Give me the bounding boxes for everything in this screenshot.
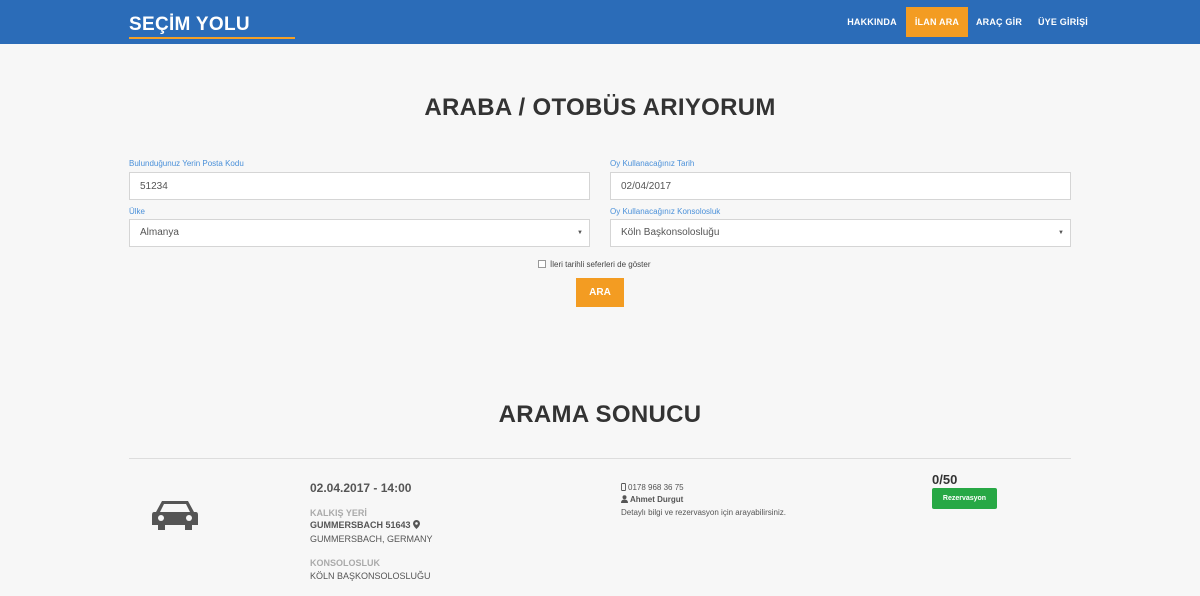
brand-logo[interactable]: SEÇİM YOLU	[129, 14, 250, 36]
phone-icon	[621, 483, 626, 491]
departure-city: GUMMERSBACH 51643	[310, 520, 421, 530]
consulate-selected-value: Köln Başkonsolosluğu	[621, 227, 720, 238]
nav-item-about[interactable]: HAKKINDA	[840, 7, 904, 37]
departure-city-text: GUMMERSBACH 51643	[310, 520, 411, 530]
nav-item-search-listings[interactable]: İLAN ARA	[906, 7, 968, 37]
user-icon	[621, 495, 628, 503]
navbar: SEÇİM YOLU HAKKINDA İLAN ARA ARAÇ GİR ÜY…	[0, 0, 1200, 44]
search-button[interactable]: ARA	[576, 278, 624, 307]
brand-underline	[129, 37, 295, 39]
contact-phone-text: 0178 968 36 75	[628, 483, 684, 492]
country-label: Ülke	[129, 207, 146, 216]
contact-name: Ahmet Durgut	[621, 495, 683, 504]
consulate-heading: KONSOLOSLUK	[310, 558, 381, 568]
date-input[interactable]	[621, 173, 1070, 199]
future-trips-checkbox-row[interactable]: İleri tarihli seferleri de göster	[538, 259, 650, 271]
nav-item-add-vehicle[interactable]: ARAÇ GİR	[970, 7, 1028, 37]
seat-count: 0/50	[932, 472, 958, 487]
future-trips-checkbox-label: İleri tarihli seferleri de göster	[550, 260, 651, 269]
contact-name-text: Ahmet Durgut	[630, 495, 684, 504]
results-title: ARAMA SONUCU	[498, 401, 702, 428]
consulate-label: Oy Kullanacağınız Konsolosluk	[610, 207, 721, 216]
contact-phone: 0178 968 36 75	[621, 483, 684, 492]
car-icon	[152, 501, 198, 530]
consulate-name: KÖLN BAŞKONSOLOSLUĞU	[310, 571, 431, 581]
caret-down-icon: ▼	[577, 230, 583, 236]
contact-info: Detaylı bilgi ve rezervasyon için arayab…	[621, 508, 786, 517]
country-select[interactable]: Almanya ▼	[129, 219, 590, 247]
postal-code-field[interactable]	[129, 172, 590, 200]
caret-down-icon: ▼	[1058, 230, 1064, 236]
future-trips-checkbox[interactable]	[538, 260, 546, 268]
search-title: ARABA / OTOBÜS ARIYORUM	[424, 94, 776, 121]
postal-code-input[interactable]	[140, 173, 589, 199]
departure-heading: KALKIŞ YERİ	[310, 508, 367, 518]
country-selected-value: Almanya	[140, 227, 179, 238]
postal-code-label: Bulunduğunuz Yerin Posta Kodu	[129, 159, 244, 168]
consulate-select[interactable]: Köln Başkonsolosluğu ▼	[610, 219, 1071, 247]
results-divider	[129, 458, 1071, 459]
departure-country: GUMMERSBACH, GERMANY	[310, 534, 433, 544]
result-datetime: 02.04.2017 - 14:00	[310, 481, 412, 495]
date-label: Oy Kullanacağınız Tarih	[610, 159, 695, 168]
nav-item-member-login[interactable]: ÜYE GİRİŞİ	[1032, 7, 1094, 37]
date-field[interactable]	[610, 172, 1071, 200]
reservation-button[interactable]: Rezervasyon	[932, 488, 997, 509]
map-marker-icon[interactable]	[413, 520, 421, 529]
